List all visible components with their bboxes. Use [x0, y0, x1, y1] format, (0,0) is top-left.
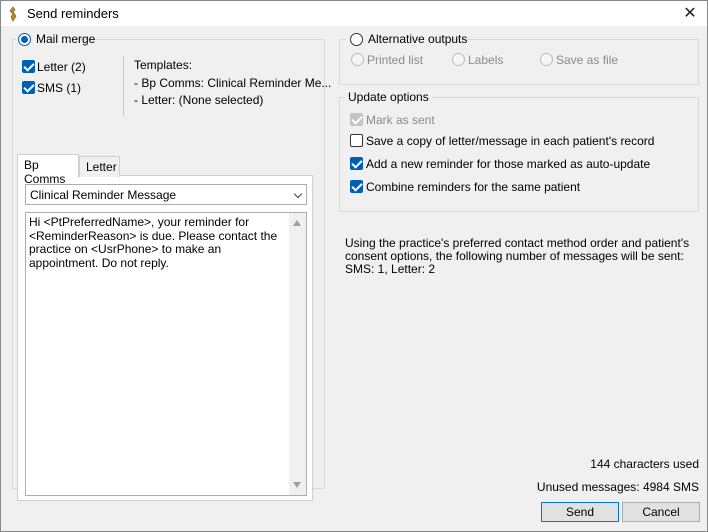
alternative-outputs-label: Alternative outputs — [368, 32, 468, 46]
chevron-down-icon — [293, 189, 303, 199]
message-scrollbar[interactable] — [289, 213, 306, 495]
mark-as-sent-label: Mark as sent — [366, 113, 435, 127]
template-select[interactable]: Clinical Reminder Message — [25, 184, 307, 205]
cancel-button[interactable]: Cancel — [622, 502, 700, 522]
template-letter: - Letter: (None selected) — [134, 93, 264, 107]
scroll-up-icon[interactable] — [293, 220, 301, 226]
cancel-button-label: Cancel — [642, 505, 680, 519]
labels-radio[interactable] — [452, 53, 465, 66]
mail-merge-radio[interactable] — [18, 33, 31, 46]
templates-divider — [123, 56, 124, 116]
tab-letter-label: Letter — [86, 160, 117, 174]
save-as-file-radio[interactable] — [540, 53, 553, 66]
info-line-3: SMS: 1, Letter: 2 — [345, 262, 436, 276]
mail-merge-label: Mail merge — [36, 32, 96, 46]
unused-messages: Unused messages: 4984 SMS — [536, 480, 699, 494]
send-button[interactable]: Send — [541, 502, 619, 522]
letter-checkbox-label: Letter (2) — [37, 60, 86, 74]
mark-as-sent-checkbox[interactable] — [350, 113, 363, 126]
add-reminder-checkbox[interactable] — [350, 157, 363, 170]
combine-label: Combine reminders for the same patient — [366, 180, 581, 194]
alternative-outputs-radio[interactable] — [350, 33, 363, 46]
message-textarea[interactable]: Hi <PtPreferredName>, your reminder for … — [25, 212, 307, 496]
info-line-1: Using the practice's preferred contact m… — [345, 236, 690, 250]
message-text: Hi <PtPreferredName>, your reminder for … — [29, 215, 278, 270]
templates-heading: Templates: — [134, 58, 193, 72]
update-options-legend: Update options — [345, 90, 432, 104]
save-as-file-label: Save as file — [556, 53, 619, 67]
title-bar: Send reminders ✕ — [0, 0, 708, 26]
template-select-value: Clinical Reminder Message — [30, 188, 177, 202]
combine-checkbox[interactable] — [350, 180, 363, 193]
printed-list-label: Printed list — [367, 53, 424, 67]
close-icon[interactable]: ✕ — [679, 3, 701, 25]
app-icon — [9, 6, 17, 22]
sms-checkbox[interactable] — [22, 81, 35, 94]
labels-label: Labels — [468, 53, 504, 67]
scroll-down-icon[interactable] — [293, 482, 301, 488]
printed-list-radio[interactable] — [351, 53, 364, 66]
save-copy-checkbox[interactable] — [350, 134, 363, 147]
tab-bp-comms[interactable]: Bp Comms — [17, 154, 79, 186]
characters-used: 144 characters used — [590, 457, 699, 471]
window-title: Send reminders — [27, 6, 119, 21]
info-line-2: consent options, the following number of… — [345, 249, 684, 263]
sms-checkbox-label: SMS (1) — [37, 81, 82, 95]
alternative-outputs-header[interactable]: Alternative outputs — [346, 31, 467, 47]
template-bp-comms: - Bp Comms: Clinical Reminder Me... — [134, 76, 332, 90]
tab-letter[interactable]: Letter — [79, 156, 120, 177]
save-copy-label: Save a copy of letter/message in each pa… — [366, 134, 655, 148]
mail-merge-header[interactable]: Mail merge — [16, 31, 95, 47]
add-reminder-label: Add a new reminder for those marked as a… — [366, 157, 651, 171]
letter-checkbox[interactable] — [22, 60, 35, 73]
tab-bp-comms-label: Bp Comms — [24, 158, 66, 186]
send-button-label: Send — [565, 505, 595, 519]
